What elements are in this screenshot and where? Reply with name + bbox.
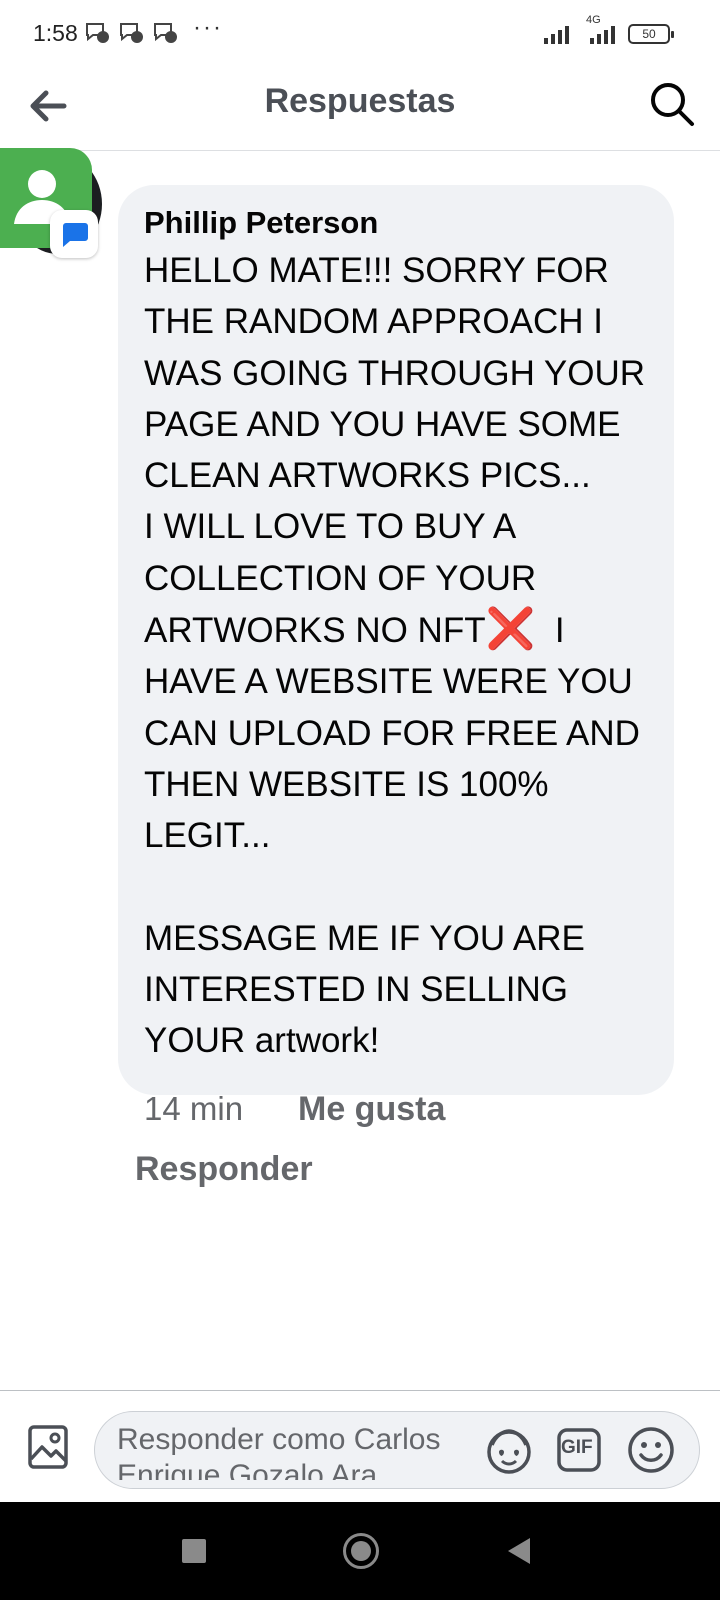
status-time: 1:58: [33, 20, 78, 46]
messenger-notification-icon: [154, 23, 177, 43]
comment-author[interactable]: Phillip Peterson: [144, 203, 648, 243]
status-right: 4G 50: [544, 14, 674, 44]
avatar-sticker-button[interactable]: [481, 1422, 537, 1478]
network-type: 4G: [586, 14, 601, 26]
photo-button[interactable]: [22, 1421, 74, 1473]
comment-bubble[interactable]: Phillip Peterson HELLO MATE!!! SORRY FOR…: [118, 185, 674, 1095]
reply-button[interactable]: Responder: [135, 1150, 313, 1189]
gif-label: GIF: [561, 1437, 593, 1458]
system-nav-bar: [0, 1502, 720, 1600]
battery-icon: 50: [628, 24, 674, 44]
gif-button[interactable]: GIF: [553, 1424, 605, 1476]
comment-text-part2: I HAVE A WEBSITE WERE YOU CAN UPLOAD FOR…: [144, 611, 640, 1061]
emoji-button[interactable]: [623, 1422, 679, 1478]
comment-timestamp: 14 min: [144, 1090, 244, 1127]
comment-text: HELLO MATE!!! SORRY FOR THE RANDOM APPRO…: [144, 245, 648, 1067]
commenter-avatar[interactable]: [0, 148, 102, 263]
image-icon: [28, 1425, 68, 1469]
messenger-notification-icon: [86, 23, 109, 43]
signal-4g-icon: 4G: [582, 14, 620, 44]
app-header: Respuestas: [0, 70, 720, 151]
status-bar: 1:58 ··· 4G 50: [0, 0, 720, 70]
search-button[interactable]: [646, 78, 698, 130]
more-notifications-icon: ···: [193, 14, 223, 41]
home-icon[interactable]: [343, 1533, 379, 1569]
reply-input-placeholder: Responder como Carlos Enrique Gozalo Ara: [117, 1423, 441, 1480]
reply-composer: Responder como Carlos Enrique Gozalo Ara…: [0, 1390, 720, 1503]
messenger-notification-icon: [120, 23, 143, 43]
cross-mark-icon: ❌: [485, 607, 536, 652]
recent-apps-icon[interactable]: [182, 1539, 206, 1563]
messages-badge-icon: [50, 210, 98, 258]
avatar-sticker-icon: [487, 1429, 531, 1474]
emoji-icon: [628, 1427, 674, 1473]
reply-input[interactable]: Responder como Carlos Enrique Gozalo Ara…: [94, 1411, 700, 1489]
notification-icons: [84, 20, 178, 44]
page-title: Respuestas: [264, 82, 456, 120]
comment-text-part1: HELLO MATE!!! SORRY FOR THE RANDOM APPRO…: [144, 251, 646, 651]
back-triangle-icon[interactable]: [508, 1538, 530, 1564]
signal-icon: [544, 26, 569, 44]
like-button[interactable]: Me gusta: [298, 1090, 445, 1129]
search-icon: [651, 83, 694, 126]
